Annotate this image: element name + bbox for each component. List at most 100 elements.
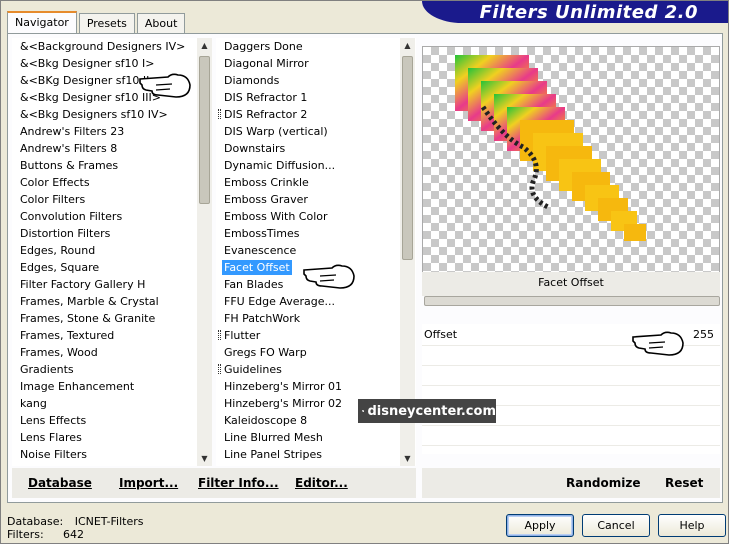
- category-item[interactable]: Convolution Filters: [12, 208, 185, 225]
- category-item[interactable]: Frames, Textured: [12, 327, 185, 344]
- filter-item[interactable]: Kaleidoscope 8: [216, 412, 342, 429]
- filter-marker-icon: [218, 330, 221, 340]
- category-item[interactable]: Andrew's Filters 23: [12, 123, 185, 140]
- category-item[interactable]: kang: [12, 395, 185, 412]
- filter-label: Fan Blades: [224, 278, 284, 291]
- filter-item[interactable]: Hinzeberg's Mirror 01: [216, 378, 342, 395]
- randomize-button[interactable]: Randomize: [566, 476, 640, 490]
- category-item[interactable]: Edges, Square: [12, 259, 185, 276]
- filter-label: Gregs FO Warp: [224, 346, 307, 359]
- scroll-thumb[interactable]: [199, 56, 210, 204]
- tab-bar: Navigator Presets About: [7, 11, 187, 33]
- category-list: &<Background Designers IV> &<Bkg Designer…: [12, 38, 185, 463]
- scroll-down-arrow-icon[interactable]: ▼: [197, 451, 212, 466]
- filter-label: Hinzeberg's Mirror 01: [224, 380, 343, 393]
- database-button[interactable]: Database: [28, 476, 92, 490]
- category-item[interactable]: Distortion Filters: [12, 225, 185, 242]
- category-item[interactable]: Gradients: [12, 361, 185, 378]
- filter-item[interactable]: Hinzeberg's Mirror 02: [216, 395, 342, 412]
- filter-label: Hinzeberg's Mirror 02: [224, 397, 343, 410]
- category-item[interactable]: Color Effects: [12, 174, 185, 191]
- category-label: Andrew's Filters 8: [20, 142, 118, 155]
- filter-item[interactable]: Line Blurred Mesh: [216, 429, 342, 446]
- category-item[interactable]: Edges, Round: [12, 242, 185, 259]
- param-label: Offset: [424, 328, 458, 341]
- filter-label: FH PatchWork: [224, 312, 301, 325]
- filter-item[interactable]: Flutter: [216, 327, 342, 344]
- filter-item[interactable]: DIS Warp (vertical): [216, 123, 342, 140]
- category-item[interactable]: Noise Filters: [12, 446, 185, 463]
- reset-button[interactable]: Reset: [665, 476, 703, 490]
- app-title: Filters Unlimited 2.0: [479, 1, 698, 23]
- filter-label: Kaleidoscope 8: [224, 414, 308, 427]
- tab-presets[interactable]: Presets: [78, 13, 135, 33]
- category-item[interactable]: Buttons & Frames: [12, 157, 185, 174]
- filter-item[interactable]: EmbossTimes: [216, 225, 342, 242]
- tab-about[interactable]: About: [136, 13, 186, 33]
- category-item[interactable]: Frames, Marble & Crystal: [12, 293, 185, 310]
- filters-count-info: Filters: 642: [7, 528, 84, 541]
- filter-item[interactable]: DIS Refractor 1: [216, 89, 342, 106]
- filter-info-button[interactable]: Filter Info...: [198, 476, 279, 490]
- category-item[interactable]: Image Enhancement: [12, 378, 185, 395]
- category-scrollbar[interactable]: ▲ ▼: [197, 38, 212, 466]
- filter-item[interactable]: Emboss Graver: [216, 191, 342, 208]
- filter-label: Emboss With Color: [224, 210, 328, 223]
- filter-item[interactable]: Gregs FO Warp: [216, 344, 342, 361]
- filter-label: EmbossTimes: [224, 227, 300, 240]
- filter-list: Daggers Done Diagonal Mirror Diamonds DIS R…: [216, 38, 342, 463]
- category-label: Noise Filters: [20, 448, 87, 461]
- filter-item[interactable]: Guidelines: [216, 361, 342, 378]
- scroll-up-arrow-icon[interactable]: ▲: [197, 38, 212, 53]
- filter-label: Emboss Crinkle: [224, 176, 309, 189]
- category-label: &<Bkg Designers sf10 IV>: [20, 108, 168, 121]
- category-item[interactable]: Lens Effects: [12, 412, 185, 429]
- filter-marker-icon: [218, 364, 221, 374]
- filter-item[interactable]: Diagonal Mirror: [216, 55, 342, 72]
- filter-item[interactable]: FFU Edge Average...: [216, 293, 342, 310]
- category-listbox: &<Background Designers IV> &<Bkg Designer…: [12, 38, 212, 466]
- category-item[interactable]: &<Background Designers IV>: [12, 38, 185, 55]
- filter-item[interactable]: Diamonds: [216, 72, 342, 89]
- database-info: Database: ICNET-Filters: [7, 515, 143, 528]
- filter-item[interactable]: DIS Refractor 2: [216, 106, 342, 123]
- category-item[interactable]: Lens Flares: [12, 429, 185, 446]
- filter-label: Line Blurred Mesh: [224, 431, 323, 444]
- watermark: disneycenter.com: [358, 399, 496, 423]
- category-item[interactable]: Frames, Wood: [12, 344, 185, 361]
- category-item[interactable]: Andrew's Filters 8: [12, 140, 185, 157]
- category-item[interactable]: &<Bkg Designers sf10 IV>: [12, 106, 185, 123]
- import-button[interactable]: Import...: [119, 476, 178, 490]
- scroll-thumb[interactable]: [402, 56, 413, 260]
- scroll-down-arrow-icon[interactable]: ▼: [400, 451, 415, 466]
- filter-item[interactable]: Line Panel Stripes: [216, 446, 342, 463]
- preview-zoom-slider[interactable]: [424, 296, 720, 306]
- editor-button[interactable]: Editor...: [295, 476, 348, 490]
- filters-count: 642: [63, 528, 84, 541]
- pointing-hand-icon: [139, 73, 191, 98]
- filter-item[interactable]: FH PatchWork: [216, 310, 342, 327]
- help-button[interactable]: Help: [658, 514, 726, 537]
- watermark-text: disneycenter.com: [367, 403, 496, 419]
- cancel-button[interactable]: Cancel: [582, 514, 650, 537]
- apply-button[interactable]: Apply: [506, 514, 574, 537]
- filter-label: DIS Refractor 1: [224, 91, 308, 104]
- filter-item[interactable]: Evanescence: [216, 242, 342, 259]
- category-item[interactable]: Frames, Stone & Granite: [12, 310, 185, 327]
- category-label: Convolution Filters: [20, 210, 123, 223]
- category-item[interactable]: Color Filters: [12, 191, 185, 208]
- filter-item[interactable]: Downstairs: [216, 140, 342, 157]
- filter-item[interactable]: Emboss With Color: [216, 208, 342, 225]
- category-item[interactable]: Filter Factory Gallery H: [12, 276, 185, 293]
- category-label: Image Enhancement: [20, 380, 135, 393]
- selected-filter-name: Facet Offset: [422, 272, 720, 296]
- tab-navigator[interactable]: Navigator: [7, 11, 77, 33]
- category-label: kang: [20, 397, 47, 410]
- scroll-up-arrow-icon[interactable]: ▲: [400, 38, 415, 53]
- category-label: Color Filters: [20, 193, 86, 206]
- navigator-toolbar: Database Import... Filter Info... Editor…: [12, 468, 416, 498]
- filter-item[interactable]: Emboss Crinkle: [216, 174, 342, 191]
- category-label: Frames, Marble & Crystal: [20, 295, 159, 308]
- filter-item[interactable]: Dynamic Diffusion...: [216, 157, 342, 174]
- filter-item[interactable]: Daggers Done: [216, 38, 342, 55]
